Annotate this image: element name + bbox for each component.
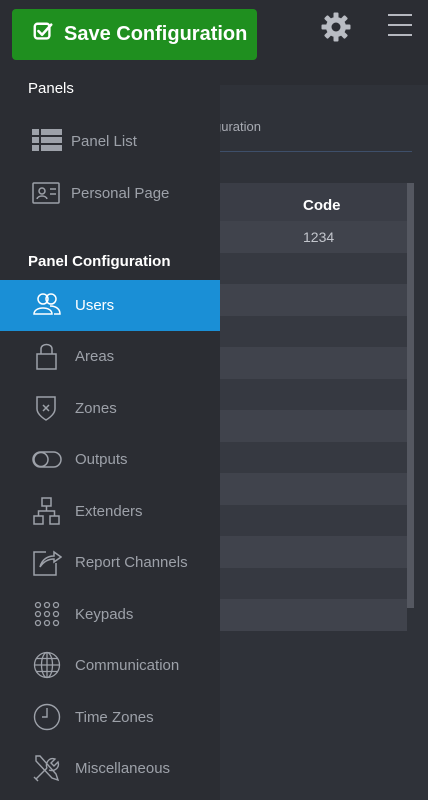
sidebar-item-label: Report Channels	[75, 554, 188, 571]
table-row[interactable]	[220, 536, 407, 568]
sidebar-item-label: Zones	[75, 400, 117, 417]
table-row[interactable]	[220, 252, 407, 284]
checkbox-icon	[32, 21, 54, 49]
sidebar-item-panel-list[interactable]: Panel List	[0, 116, 220, 167]
table-header: Code	[220, 183, 407, 221]
table-row[interactable]	[220, 441, 407, 473]
users-icon	[32, 290, 62, 320]
sidebar-item-users[interactable]: Users	[0, 280, 220, 331]
sidebar-item-label: Extenders	[75, 503, 143, 520]
breadcrumb-divider	[220, 151, 412, 152]
menu-icon[interactable]	[388, 14, 412, 36]
list-icon	[32, 126, 62, 156]
top-bar: Save Configuration	[0, 0, 428, 70]
sidebar-item-keypads[interactable]: Keypads	[0, 589, 220, 640]
table-row[interactable]	[220, 315, 407, 347]
sidebar-item-label: Personal Page	[71, 185, 170, 202]
globe-icon	[32, 650, 62, 680]
tools-icon	[32, 753, 62, 783]
users-table: Code 1234	[220, 183, 414, 631]
table-row[interactable]	[220, 410, 407, 442]
clock-icon	[32, 702, 62, 732]
sidebar-item-miscellaneous[interactable]: Miscellaneous	[0, 743, 220, 794]
sidebar-item-label: Communication	[75, 657, 180, 674]
sidebar-item-label: Areas	[75, 348, 115, 365]
sidebar-item-communication[interactable]: Communication	[0, 640, 220, 691]
sidebar-item-label: Miscellaneous	[75, 760, 171, 777]
sidebar-item-zones[interactable]: Zones	[0, 383, 220, 434]
breadcrumb: guration	[214, 119, 261, 134]
table-row[interactable]	[220, 504, 407, 536]
sidebar-item-extenders[interactable]: Extenders	[0, 486, 220, 537]
code-column-header: Code	[303, 197, 341, 214]
export-icon	[32, 547, 63, 577]
table-row[interactable]	[220, 284, 407, 316]
keypad-icon	[32, 599, 62, 629]
sidebar-item-time-zones[interactable]: Time Zones	[0, 692, 220, 743]
table-row[interactable]	[220, 599, 407, 631]
table-row[interactable]	[220, 378, 407, 410]
lock-icon	[32, 341, 62, 371]
shield-icon	[32, 393, 62, 423]
table-row[interactable]	[220, 567, 407, 599]
id-card-icon	[32, 178, 62, 208]
panels-section-title: Panels	[28, 80, 74, 97]
sidebar-item-label: Outputs	[75, 451, 128, 468]
sidebar-item-report-channels[interactable]: Report Channels	[0, 537, 220, 588]
sidebar-item-label: Users	[75, 297, 115, 314]
sidebar-item-label: Keypads	[75, 606, 134, 623]
toggle-icon	[32, 444, 62, 474]
table-row[interactable]	[220, 347, 407, 379]
sidebar: Panels Panel List Personal Page Panel Co…	[0, 70, 220, 800]
sidebar-item-personal-page[interactable]: Personal Page	[0, 168, 220, 219]
network-icon	[32, 496, 62, 526]
save-configuration-button[interactable]: Save Configuration	[12, 9, 257, 60]
panel-configuration-section-title: Panel Configuration	[28, 253, 171, 270]
table-row[interactable]	[220, 473, 407, 505]
sidebar-item-label: Panel List	[71, 133, 137, 150]
sidebar-item-outputs[interactable]: Outputs	[0, 434, 220, 485]
table-row[interactable]: 1234	[220, 221, 407, 253]
sidebar-item-label: Time Zones	[75, 709, 154, 726]
gear-icon[interactable]	[320, 11, 352, 43]
code-cell: 1234	[303, 229, 335, 245]
save-configuration-label: Save Configuration	[64, 23, 248, 45]
sidebar-item-areas[interactable]: Areas	[0, 331, 220, 382]
